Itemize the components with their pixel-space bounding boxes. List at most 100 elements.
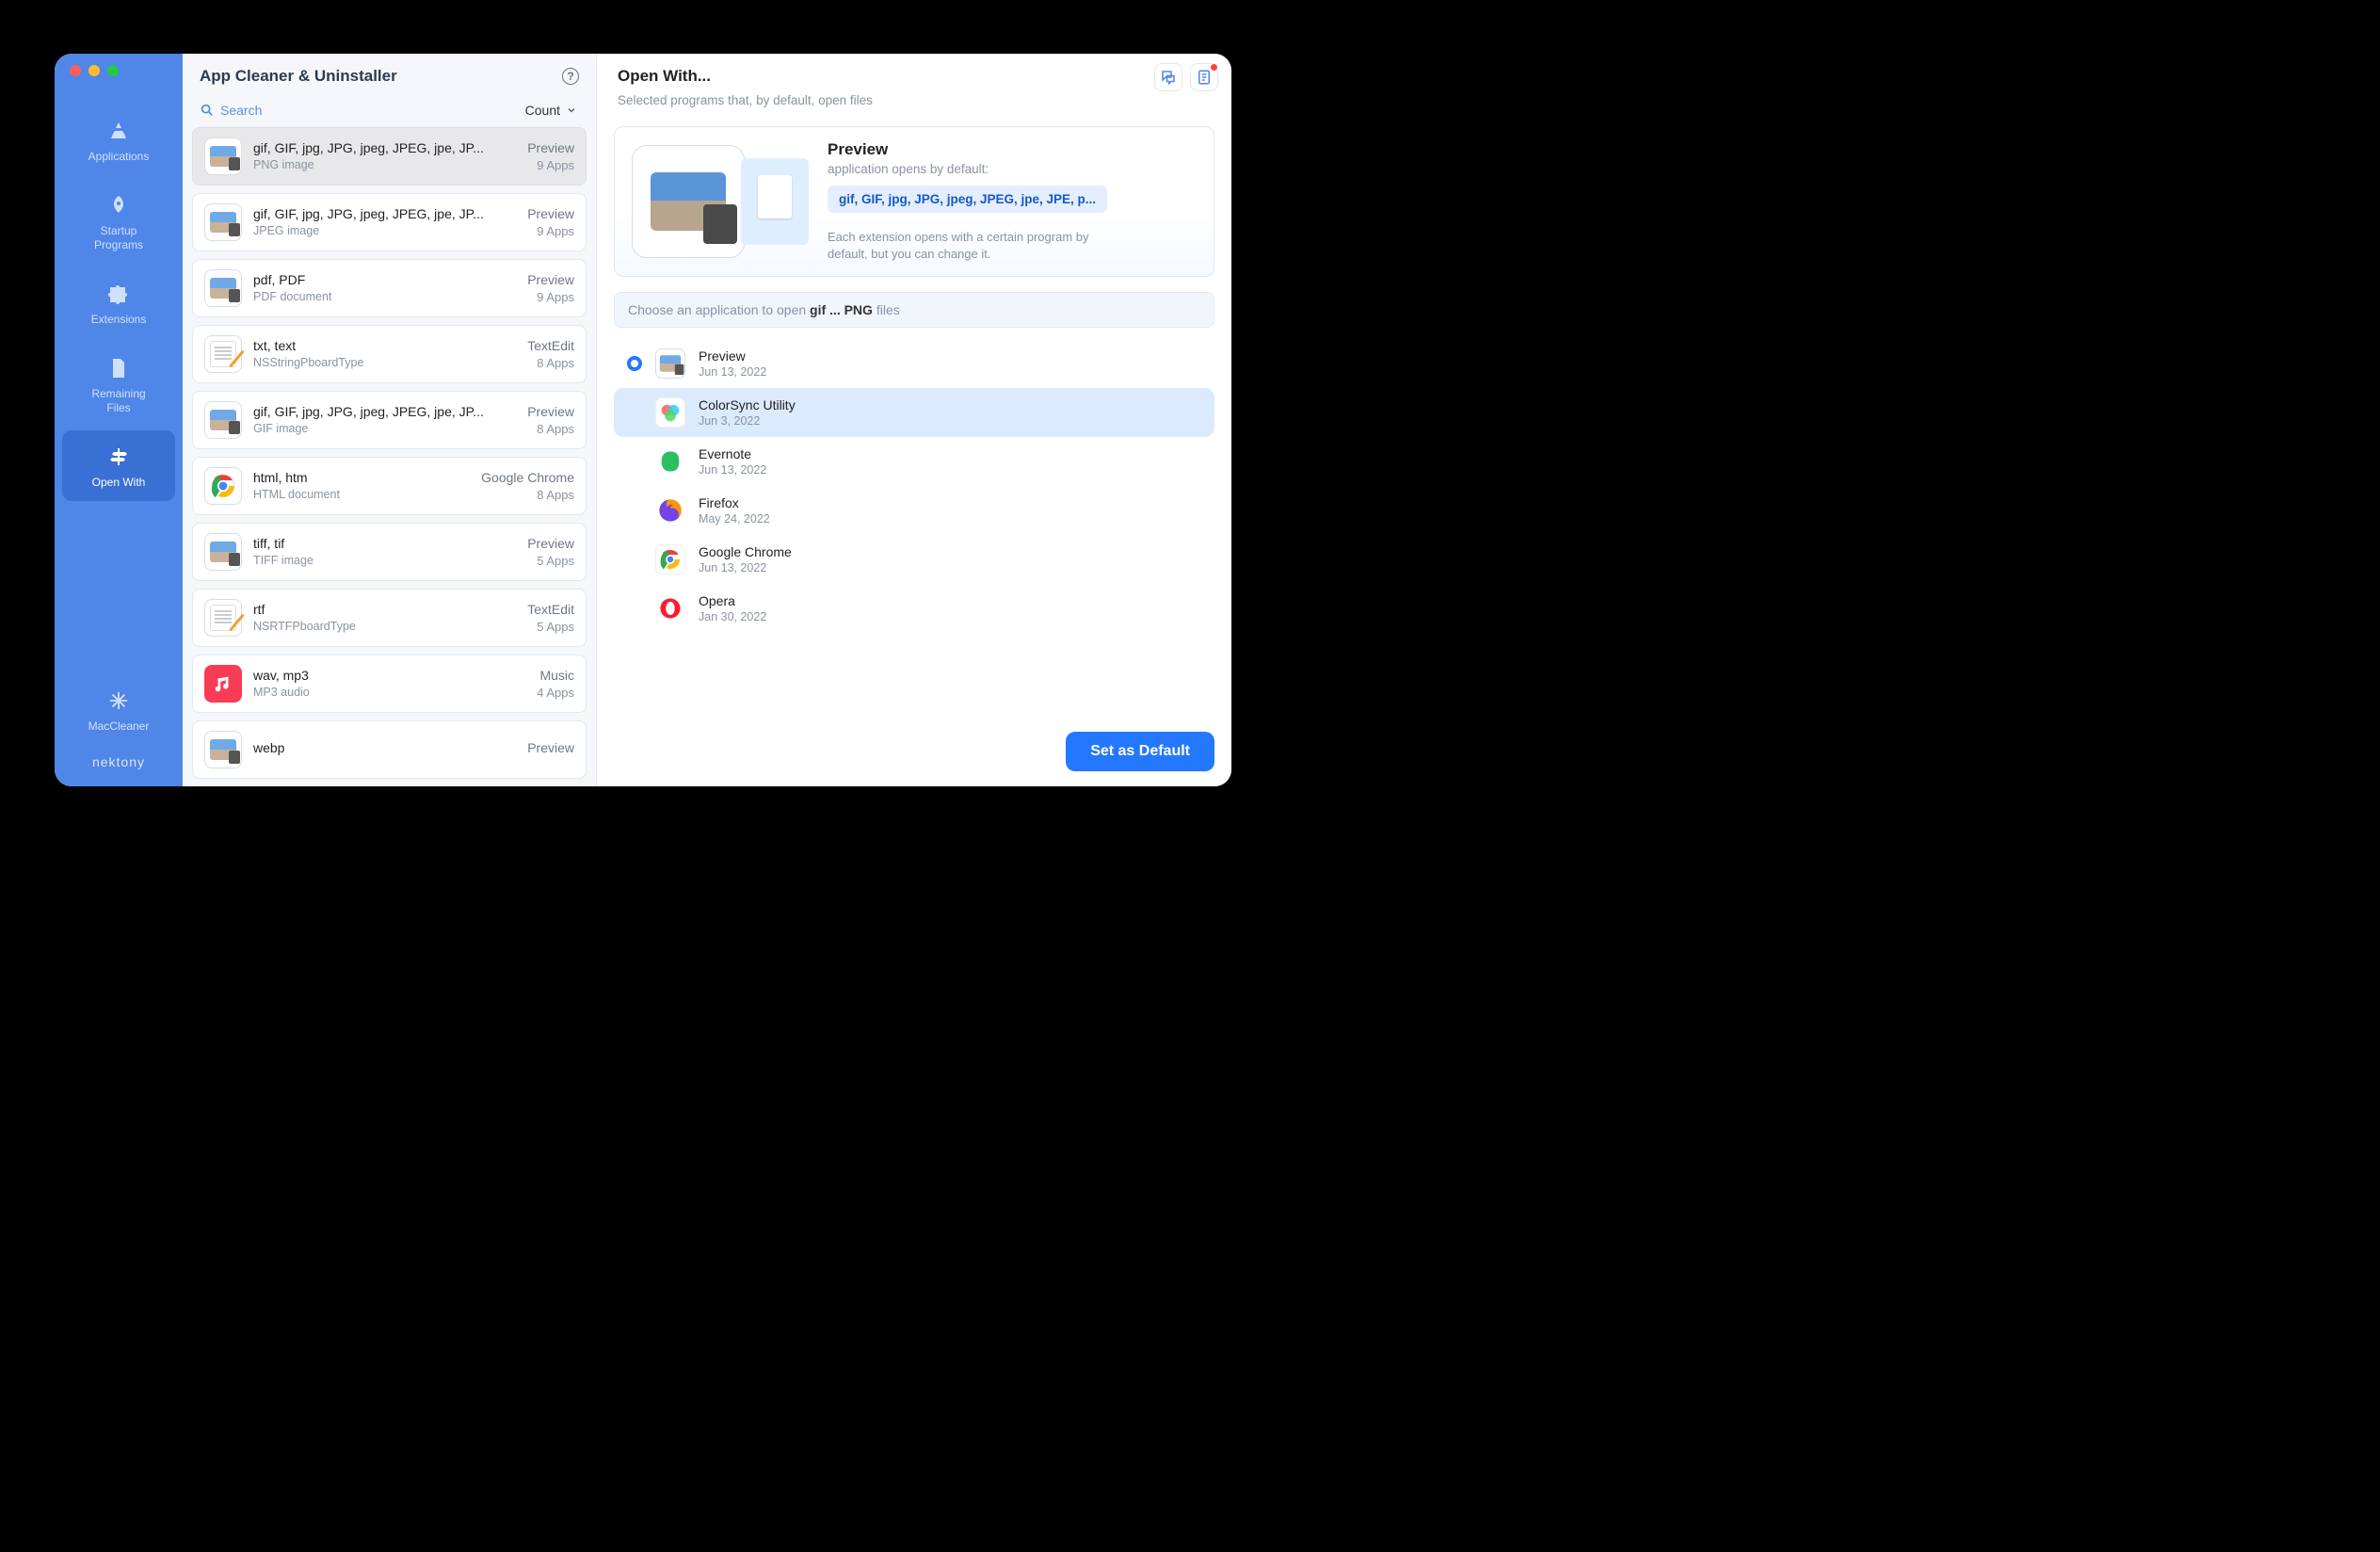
card-subtitle: NSRTFPboardType — [253, 620, 508, 633]
search-input[interactable] — [220, 103, 409, 118]
help-button[interactable]: ? — [562, 68, 579, 85]
file-icon — [105, 355, 132, 381]
info-note: Each extension opens with a certain prog… — [828, 229, 1129, 263]
card-right: Preview9 Apps — [527, 140, 574, 172]
app-count-label: 5 Apps — [527, 620, 574, 634]
app-count-label: 9 Apps — [527, 224, 574, 238]
app-date: Jun 13, 2022 — [699, 463, 766, 477]
detail-footer: Set as Default — [597, 722, 1231, 786]
info-text: Preview application opens by default: gi… — [828, 140, 1197, 263]
file-type-card[interactable]: wav, mp3MP3 audioMusic4 Apps — [192, 655, 587, 713]
file-type-card[interactable]: txt, textNSStringPboardTypeTextEdit8 App… — [192, 325, 587, 383]
file-type-card[interactable]: rtfNSRTFPboardTypeTextEdit5 Apps — [192, 589, 587, 647]
card-title: rtf — [253, 602, 508, 617]
evernote-icon — [655, 446, 685, 477]
extensions-pill: gif, GIF, jpg, JPG, jpeg, JPEG, jpe, JPE… — [828, 186, 1107, 213]
choose-bold: gif ... PNG — [810, 302, 873, 317]
card-title: tiff, tif — [253, 536, 508, 551]
textedit-icon — [204, 335, 242, 373]
app-date: Jun 13, 2022 — [699, 561, 792, 574]
sidebar-label: Startup Programs — [94, 224, 143, 252]
sidebar-item-applications[interactable]: Applications — [62, 105, 175, 175]
sidebar-item-open-with[interactable]: Open With — [62, 430, 175, 501]
info-desc: application opens by default: — [828, 162, 1197, 176]
preview-icon — [204, 533, 242, 571]
app-date: Jan 30, 2022 — [699, 610, 766, 623]
app-count-label: 8 Apps — [481, 488, 574, 502]
chrome-icon — [204, 467, 242, 505]
app-row[interactable]: EvernoteJun 13, 2022 — [614, 437, 1214, 486]
file-type-card[interactable]: gif, GIF, jpg, JPG, jpeg, JPEG, jpe, JP.… — [192, 193, 587, 251]
set-default-button[interactable]: Set as Default — [1066, 732, 1214, 771]
file-type-card[interactable]: html, htm HTML document Google Chrome 8 App… — [192, 457, 587, 515]
card-subtitle: PNG image — [253, 158, 508, 171]
colorsync-icon — [655, 397, 685, 428]
card-main: pdf, PDFPDF document — [253, 272, 508, 303]
file-type-card[interactable]: gif, GIF, jpg, JPG, jpeg, JPEG, jpe, JP.… — [192, 391, 587, 449]
file-thumbnail — [741, 158, 809, 245]
sidebar-item-startup-programs[interactable]: Startup Programs — [62, 179, 175, 264]
card-title: gif, GIF, jpg, JPG, jpeg, JPEG, jpe, JP.… — [253, 206, 508, 221]
search-field[interactable] — [200, 103, 409, 118]
card-subtitle: GIF image — [253, 422, 508, 435]
app-row[interactable]: Google Chrome Jun 13, 2022 — [614, 535, 1214, 584]
card-title: gif, GIF, jpg, JPG, jpeg, JPEG, jpe, JP.… — [253, 404, 508, 419]
sidebar-item-extensions[interactable]: Extensions — [62, 267, 175, 338]
card-title: wav, mp3 — [253, 668, 518, 683]
traffic-lights — [55, 65, 183, 76]
card-subtitle: JPEG image — [253, 224, 508, 237]
card-title: html, htm — [253, 470, 462, 485]
detail-subtitle: Selected programs that, by default, open… — [618, 93, 1211, 107]
app-row[interactable]: OperaJan 30, 2022 — [614, 584, 1214, 633]
close-window-button[interactable] — [70, 65, 81, 76]
maximize-window-button[interactable] — [107, 65, 119, 76]
sidebar-item-remaining-files[interactable]: Remaining Files — [62, 342, 175, 427]
default-app-label: Preview — [527, 404, 574, 419]
app-row[interactable]: PreviewJun 13, 2022 — [614, 339, 1214, 388]
app-name: Google Chrome — [699, 544, 792, 559]
sidebar-label: Extensions — [91, 313, 147, 327]
sort-dropdown[interactable]: Count — [525, 103, 577, 118]
card-title: webp — [253, 740, 508, 755]
document-icon — [1196, 69, 1213, 86]
app-name: Preview — [699, 348, 766, 364]
row-main: FirefoxMay 24, 2022 — [699, 495, 770, 525]
file-type-card[interactable]: webp Preview — [192, 720, 587, 779]
preview-icon — [204, 137, 242, 175]
app-row[interactable]: FirefoxMay 24, 2022 — [614, 486, 1214, 535]
file-type-card[interactable]: pdf, PDFPDF documentPreview9 Apps — [192, 259, 587, 317]
card-subtitle: HTML document — [253, 488, 462, 501]
chat-icon — [1160, 69, 1177, 86]
minimize-window-button[interactable] — [88, 65, 100, 76]
preview-icon — [204, 269, 242, 307]
app-count-label: 8 Apps — [527, 422, 574, 436]
radio-selected[interactable] — [627, 356, 642, 371]
news-button[interactable] — [1190, 63, 1218, 91]
snowflake-icon — [105, 687, 132, 714]
detail-title: Open With... — [618, 67, 1211, 86]
card-main: webp — [253, 740, 508, 758]
row-main: Google Chrome Jun 13, 2022 — [699, 544, 792, 574]
info-box: Preview application opens by default: gi… — [614, 126, 1214, 277]
app-count-label: 5 Apps — [527, 554, 574, 568]
rocket-icon — [105, 192, 132, 218]
puzzle-icon — [105, 281, 132, 307]
card-right: Preview — [527, 740, 574, 758]
chat-button[interactable] — [1154, 63, 1182, 91]
choose-bar: Choose an application to open gif ... PN… — [614, 292, 1214, 328]
file-type-card[interactable]: gif, GIF, jpg, JPG, jpeg, JPEG, jpe, JP.… — [192, 127, 587, 186]
sidebar-label: MacCleaner — [88, 719, 150, 734]
sidebar-item-maccleaner[interactable]: MacCleaner — [85, 680, 153, 741]
file-type-list[interactable]: gif, GIF, jpg, JPG, jpeg, JPEG, jpe, JP.… — [183, 123, 596, 786]
card-title: pdf, PDF — [253, 272, 508, 287]
app-row[interactable]: ColorSync UtilityJun 3, 2022 — [614, 388, 1214, 437]
card-main: txt, textNSStringPboardType — [253, 338, 508, 369]
default-app-label: Preview — [527, 536, 574, 551]
application-list[interactable]: PreviewJun 13, 2022ColorSync UtilityJun … — [597, 335, 1228, 722]
default-app-label: Google Chrome — [481, 470, 574, 485]
row-main: EvernoteJun 13, 2022 — [699, 446, 766, 477]
preview-icon — [204, 203, 242, 241]
info-app-name: Preview — [828, 140, 1197, 159]
card-title: gif, GIF, jpg, JPG, jpeg, JPEG, jpe, JP.… — [253, 140, 508, 155]
file-type-card[interactable]: tiff, tifTIFF imagePreview5 Apps — [192, 523, 587, 581]
